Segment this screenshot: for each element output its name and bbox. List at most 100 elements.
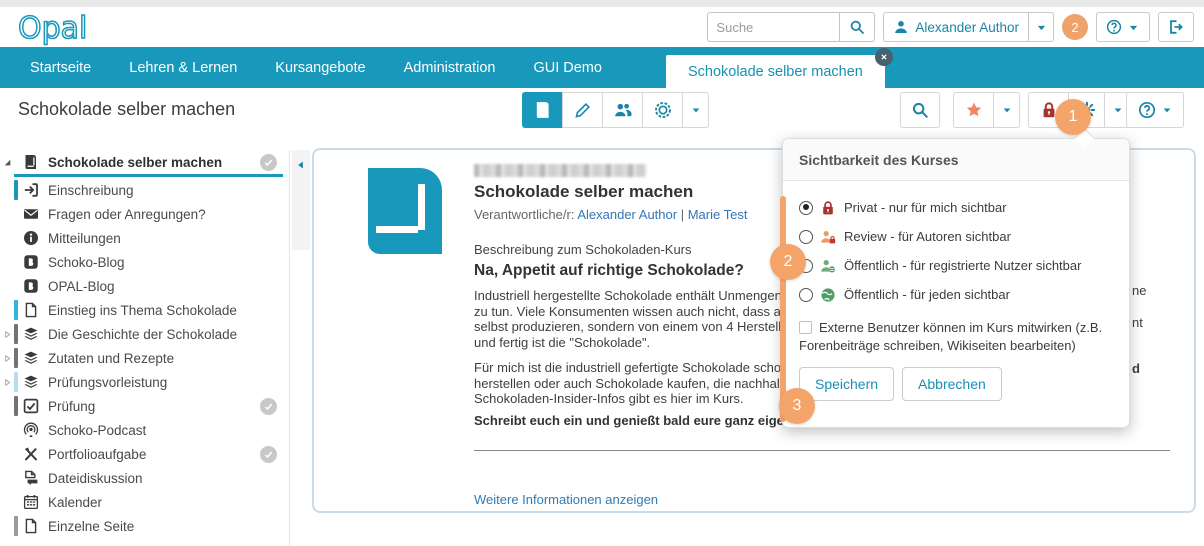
- sidebar-item-label: Prüfung: [48, 399, 95, 414]
- annotation-bar: [780, 196, 786, 422]
- external-users-checkbox[interactable]: [799, 321, 812, 334]
- responsible-link-2[interactable]: Marie Test: [688, 207, 748, 222]
- radio-selected[interactable]: [799, 201, 813, 215]
- visibility-option-review[interactable]: Review - für Autoren sichtbar: [799, 222, 1113, 251]
- responsible-link-1[interactable]: Alexander Author: [577, 207, 677, 222]
- course-help-button[interactable]: [1126, 92, 1184, 128]
- sidebar-item-schoko-blog[interactable]: Schoko-Blog: [0, 250, 289, 274]
- course-search-button[interactable]: [900, 92, 940, 128]
- sidebar-item-fragen-oder-anregungen-[interactable]: Fragen oder Anregungen?: [0, 202, 289, 226]
- tab-close-button[interactable]: [875, 48, 893, 66]
- course-paragraph-1: Industriell hergestellte Schokolade enth…: [474, 288, 794, 350]
- active-tab-label: Schokolade selber machen: [688, 64, 863, 80]
- text-overflow-fragment: d: [1132, 361, 1140, 376]
- sidebar-item-die-geschichte-der-schokolade[interactable]: Die Geschichte der Schokolade: [0, 322, 289, 346]
- sidebar-collapse-handle[interactable]: [292, 150, 310, 250]
- nav-item-gui-demo[interactable]: GUI Demo: [533, 60, 602, 76]
- tab-schokolade-selber-machen[interactable]: Schokolade selber machen: [666, 55, 885, 88]
- tree-collapsed-icon[interactable]: [0, 330, 14, 339]
- page-title: Schokolade selber machen: [18, 99, 235, 120]
- sidebar-item-schoko-podcast[interactable]: Schoko-Podcast: [0, 418, 289, 442]
- visibility-marker: [14, 300, 18, 320]
- globe-icon: [820, 287, 837, 303]
- sidebar-item-portfolioaufgabe[interactable]: Portfolioaufgabe: [0, 442, 289, 466]
- sidebar-item-opal-blog[interactable]: OPAL-Blog: [0, 274, 289, 298]
- nav-item-startseite[interactable]: Startseite: [30, 60, 91, 76]
- visibility-marker: [14, 492, 18, 512]
- visibility-option-label: Öffentlich - für registrierte Nutzer sic…: [844, 258, 1081, 273]
- header: Opal Alexander Author 2: [0, 7, 1204, 47]
- annotation-step-2: 2: [770, 244, 806, 280]
- content-divider: [474, 450, 1170, 451]
- visibility-option-privat[interactable]: Privat - nur für mich sichtbar: [799, 193, 1113, 222]
- visibility-marker: [14, 152, 18, 172]
- sidebar-item-einstieg-ins-thema-schokolade[interactable]: Einstieg ins Thema Schokolade: [0, 298, 289, 322]
- visibility-marker: [14, 228, 18, 248]
- favorite-caret[interactable]: [993, 92, 1020, 128]
- tree-expanded-icon[interactable]: [0, 158, 14, 167]
- sidebar-item-prüfungsvorleistung[interactable]: Prüfungsvorleistung: [0, 370, 289, 394]
- course-title: Schokolade selber machen: [474, 182, 693, 202]
- medal-icon: [654, 101, 672, 119]
- cancel-button[interactable]: Abbrechen: [902, 367, 1002, 401]
- view-more-caret[interactable]: [682, 92, 709, 128]
- header-search-button[interactable]: [839, 12, 875, 42]
- help-icon: [1138, 101, 1156, 119]
- course-paragraph-2: Für mich ist die industriell gefertigte …: [474, 360, 793, 407]
- redacted-course-meta: [474, 164, 646, 177]
- sidebar-item-kalender[interactable]: Kalender: [0, 490, 289, 514]
- sidebar-item-schokolade-selber-machen[interactable]: Schokolade selber machen: [0, 150, 289, 174]
- edit-button[interactable]: [562, 92, 602, 128]
- visibility-marker: [14, 420, 18, 440]
- visibility-option-label: Privat - nur für mich sichtbar: [844, 200, 1007, 215]
- sidebar-item-label: Die Geschichte der Schokolade: [48, 327, 237, 342]
- nav-item-kursangebote[interactable]: Kursangebote: [275, 60, 365, 76]
- popup-title: Sichtbarkeit des Kurses: [783, 139, 1129, 181]
- tree-collapsed-icon[interactable]: [0, 378, 14, 387]
- radio-unselected[interactable]: [799, 288, 813, 302]
- course-view-button[interactable]: [522, 92, 562, 128]
- sidebar-item-label: Einschreibung: [48, 183, 134, 198]
- tree-collapsed-icon[interactable]: [0, 354, 14, 363]
- completed-check-icon: [260, 154, 277, 171]
- radio-unselected[interactable]: [799, 230, 813, 244]
- sidebar-item-einzelne-seite[interactable]: Einzelne Seite: [0, 514, 289, 538]
- person-globe-icon: [820, 258, 837, 274]
- search-input[interactable]: [707, 12, 839, 42]
- book-icon: [22, 154, 40, 170]
- sidebar-item-label: Fragen oder Anregungen?: [48, 207, 206, 222]
- sidebar-item-zutaten-und-rezepte[interactable]: Zutaten und Rezepte: [0, 346, 289, 370]
- user-menu-button[interactable]: Alexander Author: [883, 12, 1028, 42]
- collapse-left-icon: [296, 160, 306, 250]
- visibility-option-öffentlich[interactable]: Öffentlich - für jeden sichtbar: [799, 280, 1113, 309]
- calendar-icon: [22, 494, 40, 510]
- sidebar-item-einschreibung[interactable]: Einschreibung: [0, 178, 289, 202]
- notification-badge[interactable]: 2: [1062, 14, 1088, 40]
- sidebar-item-mitteilungen[interactable]: Mitteilungen: [0, 226, 289, 250]
- external-users-label-line1: Externe Benutzer können im Kurs mitwirke…: [819, 319, 1102, 337]
- file-icon: [22, 302, 40, 318]
- close-icon: [879, 52, 889, 62]
- user-menu-caret[interactable]: [1028, 12, 1054, 42]
- logo-text-svg: Opal: [18, 11, 87, 46]
- sidebar-item-dateidiskussion[interactable]: Dateidiskussion: [0, 466, 289, 490]
- logout-button[interactable]: [1158, 12, 1194, 42]
- signin-icon: [22, 182, 40, 198]
- header-help-button[interactable]: [1096, 12, 1150, 42]
- more-info-link[interactable]: Weitere Informationen anzeigen: [474, 492, 658, 507]
- chevron-down-icon: [690, 104, 702, 116]
- sidebar-item-prüfung[interactable]: Prüfung: [0, 394, 289, 418]
- save-button[interactable]: Speichern: [799, 367, 894, 401]
- nav-item-lehren-lernen[interactable]: Lehren & Lernen: [129, 60, 237, 76]
- star-icon: [965, 101, 983, 119]
- nav-item-administration[interactable]: Administration: [404, 60, 496, 76]
- assessment-button[interactable]: [642, 92, 682, 128]
- description-label: Beschreibung zum Schokoladen-Kurs: [474, 242, 692, 257]
- members-button[interactable]: [602, 92, 642, 128]
- user-name: Alexander Author: [915, 20, 1019, 35]
- search-icon: [911, 101, 929, 119]
- external-users-label-line2: Forenbeiträge schreiben, Wikiseiten bear…: [799, 337, 1113, 355]
- visibility-option-öffentlich[interactable]: Öffentlich - für registrierte Nutzer sic…: [799, 251, 1113, 280]
- favorite-button[interactable]: [953, 92, 993, 128]
- layers-icon: [22, 350, 40, 366]
